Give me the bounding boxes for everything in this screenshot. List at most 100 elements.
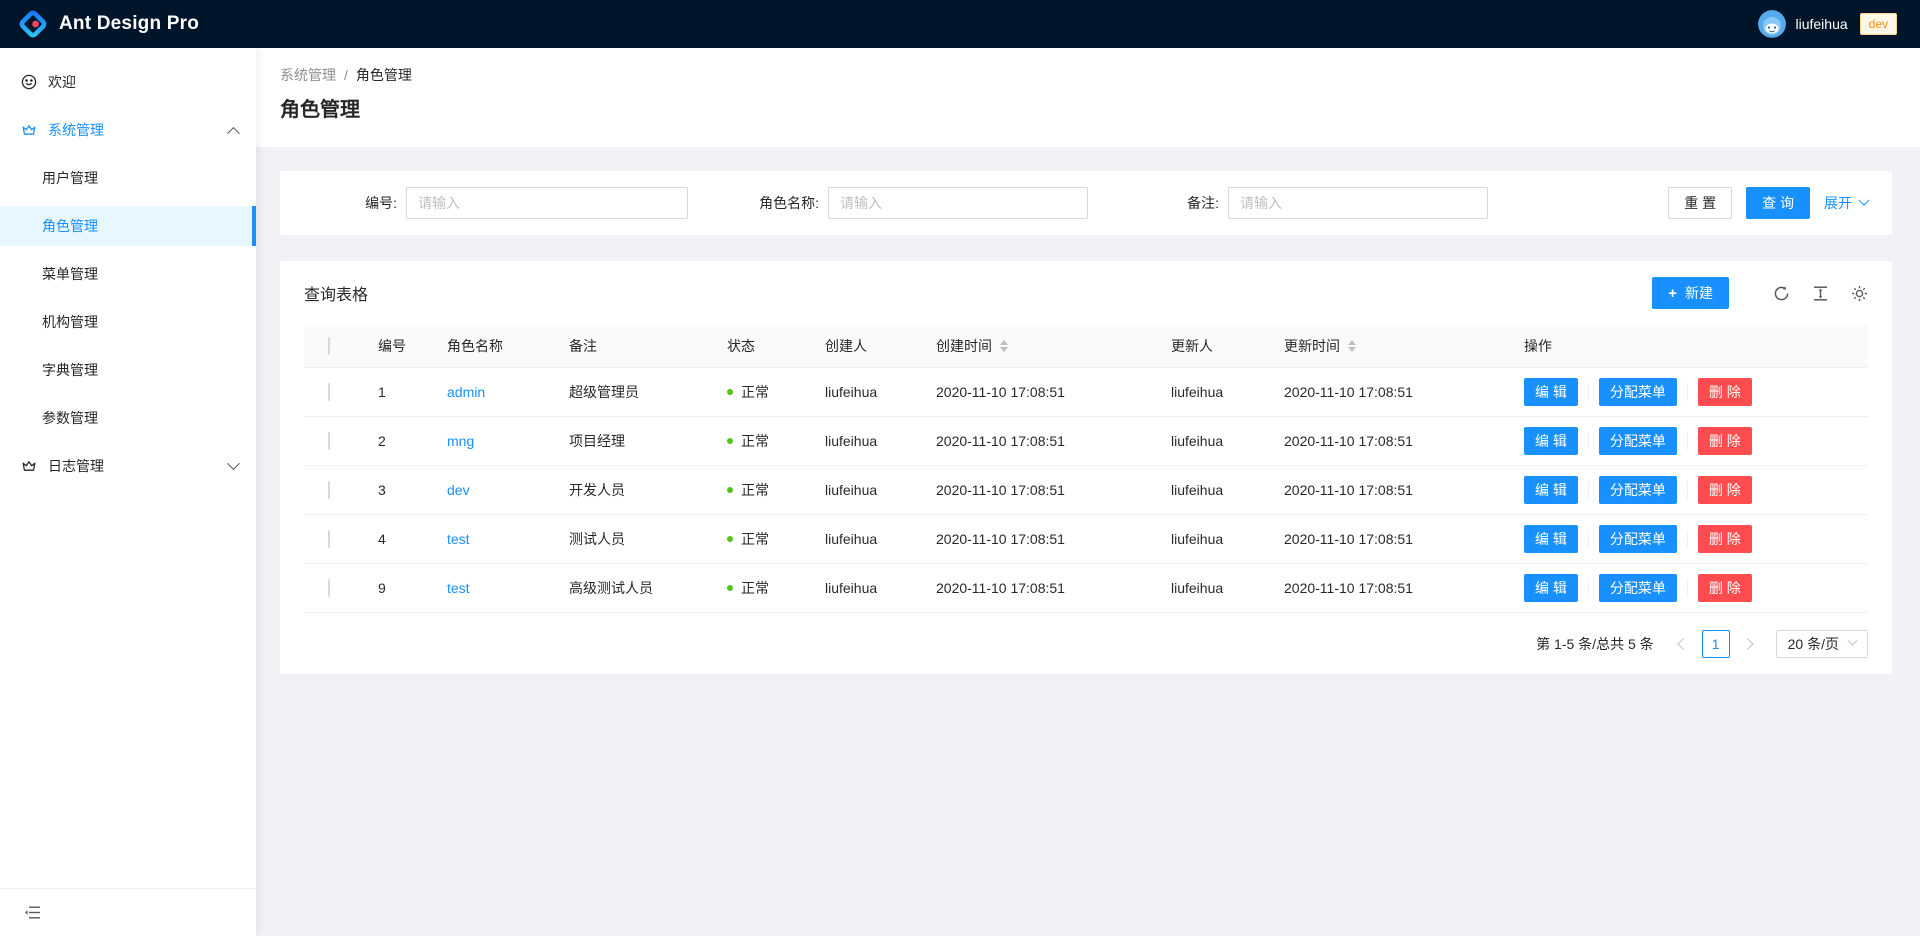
assign-menu-button[interactable]: 分配菜单	[1599, 378, 1677, 406]
field-role-name: 角色名称:	[704, 187, 1088, 219]
cell-id: 4	[378, 514, 447, 563]
reload-icon[interactable]	[1773, 285, 1790, 302]
row-checkbox[interactable]	[328, 481, 330, 499]
app-header: Ant Design Pro liufeihua dev	[0, 0, 1920, 48]
expand-label: 展开	[1824, 193, 1852, 213]
delete-button[interactable]: 删 除	[1698, 427, 1752, 455]
breadcrumb-parent[interactable]: 系统管理	[280, 67, 336, 83]
column-header-id: 编号	[378, 325, 447, 367]
remark-field-label: 备注:	[1104, 193, 1228, 213]
row-checkbox[interactable]	[328, 530, 330, 548]
row-checkbox[interactable]	[328, 432, 330, 450]
role-name-input[interactable]	[828, 187, 1088, 219]
chevron-left-icon	[1677, 638, 1688, 649]
row-actions: 编 辑 分配菜单 删 除	[1524, 378, 1856, 406]
sorter-icon[interactable]	[1348, 340, 1356, 352]
status-badge: 正常	[727, 382, 769, 402]
role-name-link[interactable]: admin	[447, 384, 485, 400]
sidebar-item-org-mgmt[interactable]: 机构管理	[0, 302, 256, 342]
next-page-button[interactable]	[1736, 630, 1764, 658]
cell-creator: liufeihua	[825, 563, 936, 612]
delete-button[interactable]: 删 除	[1698, 574, 1752, 602]
status-badge: 正常	[727, 529, 769, 549]
edit-button[interactable]: 编 辑	[1524, 378, 1578, 406]
sidebar-menu: 欢迎 系统管理 用户管理 角色管理 菜单管理 机构管理	[0, 48, 256, 888]
row-checkbox[interactable]	[328, 383, 330, 401]
sidebar-item-label: 机构管理	[42, 312, 98, 332]
edit-button[interactable]: 编 辑	[1524, 574, 1578, 602]
settings-gear-icon[interactable]	[1851, 285, 1868, 302]
id-field-label: 编号:	[304, 193, 406, 213]
new-button[interactable]: + 新建	[1652, 277, 1729, 309]
delete-button[interactable]: 删 除	[1698, 525, 1752, 553]
id-input[interactable]	[406, 187, 688, 219]
expand-toggle[interactable]: 展开	[1824, 193, 1868, 213]
assign-menu-button[interactable]: 分配菜单	[1599, 427, 1677, 455]
select-all-checkbox[interactable]	[328, 337, 330, 355]
chevron-up-icon	[227, 126, 240, 139]
reset-button[interactable]: 重 置	[1668, 187, 1732, 219]
role-name-link[interactable]: test	[447, 531, 470, 547]
query-button[interactable]: 查 询	[1746, 187, 1810, 219]
ant-design-logo-icon[interactable]	[18, 9, 48, 39]
user-name[interactable]: liufeihua	[1795, 16, 1847, 32]
sidebar-item-log-mgmt[interactable]: 日志管理	[0, 446, 256, 486]
new-button-label: 新建	[1685, 283, 1713, 303]
row-actions: 编 辑 分配菜单 删 除	[1524, 574, 1856, 602]
cell-creator: liufeihua	[825, 367, 936, 416]
row-checkbox[interactable]	[328, 579, 330, 597]
page-title: 角色管理	[280, 96, 1896, 124]
table-row: 4 test 测试人员 正常 liufeihua 2020-11-10 17:0…	[304, 514, 1868, 563]
action-divider	[1588, 481, 1589, 499]
assign-menu-button[interactable]: 分配菜单	[1599, 476, 1677, 504]
role-name-link[interactable]: test	[447, 580, 470, 596]
role-name-link[interactable]: mng	[447, 433, 474, 449]
delete-button[interactable]: 删 除	[1698, 476, 1752, 504]
sidebar-item-system-mgmt[interactable]: 系统管理	[0, 110, 256, 150]
sidebar-item-label: 用户管理	[42, 168, 98, 188]
status-dot-icon	[727, 487, 733, 493]
plus-icon: +	[1668, 285, 1677, 302]
search-actions: 重 置 查 询 展开	[1638, 187, 1868, 219]
sidebar-item-menu-mgmt[interactable]: 菜单管理	[0, 254, 256, 294]
assign-menu-button[interactable]: 分配菜单	[1599, 525, 1677, 553]
edit-button[interactable]: 编 辑	[1524, 525, 1578, 553]
page-size-select[interactable]: 20 条/页	[1776, 630, 1868, 658]
sidebar-item-label: 参数管理	[42, 408, 98, 428]
sidebar-item-param-mgmt[interactable]: 参数管理	[0, 398, 256, 438]
content-area: 编号: 角色名称: 备注: 重 置 查 询	[256, 147, 1920, 674]
sidebar-item-role-mgmt[interactable]: 角色管理	[0, 206, 256, 246]
column-header-updated-time[interactable]: 更新时间	[1284, 325, 1524, 367]
row-actions: 编 辑 分配菜单 删 除	[1524, 525, 1856, 553]
table-card-header: 查询表格 + 新建	[280, 261, 1892, 325]
action-divider	[1687, 579, 1688, 597]
status-dot-icon	[727, 389, 733, 395]
cell-id: 1	[378, 367, 447, 416]
edit-button[interactable]: 编 辑	[1524, 476, 1578, 504]
current-page-button[interactable]: 1	[1702, 630, 1730, 658]
header-user-area[interactable]: liufeihua dev	[1758, 10, 1897, 38]
sidebar-item-welcome[interactable]: 欢迎	[0, 62, 256, 102]
role-name-field-label: 角色名称:	[704, 193, 828, 213]
edit-button[interactable]: 编 辑	[1524, 427, 1578, 455]
remark-input[interactable]	[1228, 187, 1488, 219]
sidebar-item-dict-mgmt[interactable]: 字典管理	[0, 350, 256, 390]
user-avatar[interactable]	[1758, 10, 1786, 38]
menu-fold-icon[interactable]	[24, 904, 41, 921]
sidebar-item-user-mgmt[interactable]: 用户管理	[0, 158, 256, 198]
density-icon[interactable]	[1812, 285, 1829, 302]
prev-page-button[interactable]	[1668, 630, 1696, 658]
smile-icon	[21, 74, 37, 90]
sorter-icon[interactable]	[1000, 340, 1008, 352]
cell-created-time: 2020-11-10 17:08:51	[936, 563, 1171, 612]
assign-menu-button[interactable]: 分配菜单	[1599, 574, 1677, 602]
breadcrumb-separator: /	[344, 67, 348, 83]
cell-updater: liufeihua	[1171, 416, 1284, 465]
sidebar-item-label: 菜单管理	[42, 264, 98, 284]
role-name-link[interactable]: dev	[447, 482, 470, 498]
column-header-created-time[interactable]: 创建时间	[936, 325, 1171, 367]
cell-creator: liufeihua	[825, 514, 936, 563]
delete-button[interactable]: 删 除	[1698, 378, 1752, 406]
table-header-row: 编号 角色名称 备注 状态 创建人 创建时间 更新人	[304, 325, 1868, 367]
cell-updated-time: 2020-11-10 17:08:51	[1284, 563, 1524, 612]
